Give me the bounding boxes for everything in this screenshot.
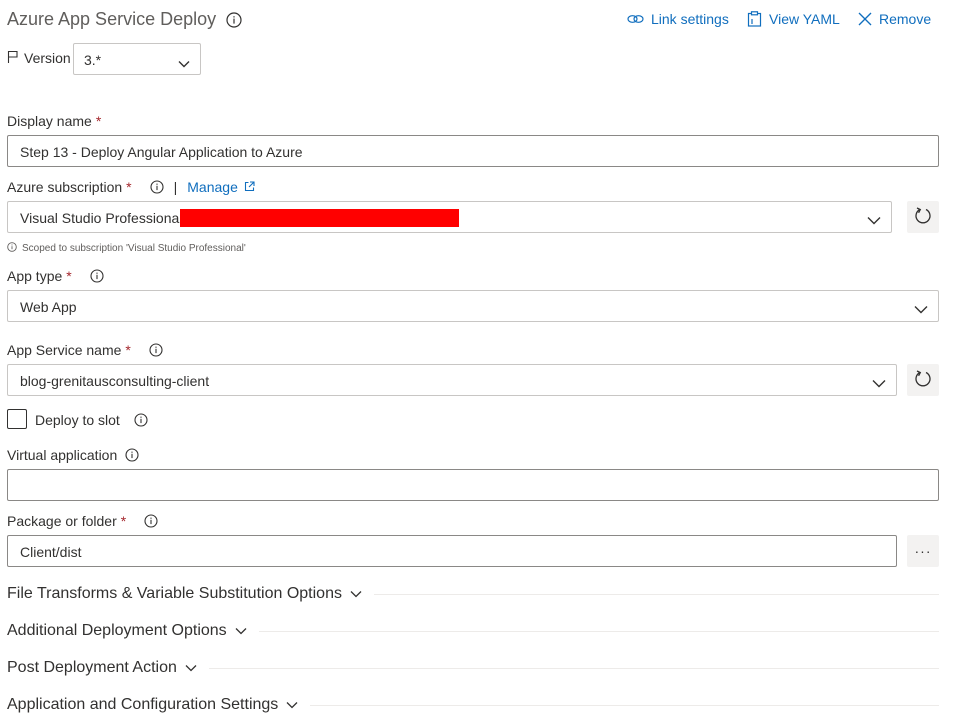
chevron-down-icon [867, 212, 881, 228]
section-app-config-settings[interactable]: Application and Configuration Settings [7, 696, 939, 714]
chevron-down-icon [185, 659, 197, 677]
info-icon[interactable] [125, 448, 139, 462]
flag-icon [7, 50, 19, 69]
app-type-label: App type * [7, 268, 104, 284]
task-title-text: Azure App Service Deploy [7, 9, 217, 29]
info-icon[interactable] [90, 269, 104, 283]
virtual-application-label-text: Virtual application [7, 447, 118, 463]
virtual-application-label: Virtual application [7, 447, 139, 463]
app-service-name-value: blog-grenitausconsulting-client [20, 373, 210, 389]
package-or-folder-value: Client/dist [20, 544, 82, 560]
scoped-note-text: Scoped to subscription 'Visual Studio Pr… [22, 243, 246, 254]
info-icon[interactable] [226, 11, 242, 28]
view-yaml-button[interactable]: View YAML [747, 11, 840, 27]
info-icon [7, 242, 17, 255]
info-icon[interactable] [144, 514, 158, 528]
divider [208, 667, 939, 669]
display-name-input[interactable]: Step 13 - Deploy Angular Application to … [7, 135, 939, 167]
link-icon [627, 12, 644, 26]
remove-button[interactable]: Remove [858, 11, 931, 27]
app-type-label-text: App type [7, 268, 63, 284]
view-yaml-label: View YAML [769, 11, 840, 27]
divider [373, 593, 939, 595]
info-icon[interactable] [134, 413, 148, 427]
separator: | [173, 179, 178, 195]
section-label: Post Deployment Action [7, 659, 177, 676]
section-post-deployment[interactable]: Post Deployment Action [7, 659, 939, 677]
required-marker: * [126, 179, 132, 195]
redaction-bar [180, 209, 459, 227]
refresh-subscription-button[interactable] [907, 201, 939, 233]
deploy-to-slot-label: Deploy to slot [35, 412, 148, 428]
chevron-down-icon [350, 585, 362, 603]
divider [258, 630, 939, 632]
deploy-to-slot-checkbox[interactable] [7, 409, 27, 429]
app-service-name-label: App Service name * [7, 342, 163, 358]
azure-subscription-value: Visual Studio Professional [20, 210, 183, 226]
info-icon[interactable] [150, 180, 164, 194]
virtual-application-input[interactable] [7, 469, 939, 501]
link-settings-button[interactable]: Link settings [627, 11, 729, 27]
package-or-folder-input[interactable]: Client/dist [7, 535, 897, 567]
app-type-select[interactable]: Web App [7, 290, 939, 322]
clipboard-icon [747, 11, 762, 27]
version-label: Version [24, 50, 71, 66]
display-name-label-text: Display name [7, 113, 92, 129]
refresh-icon [914, 369, 932, 392]
task-title: Azure App Service Deploy [7, 9, 242, 30]
azure-subscription-label: Azure subscription * | Manage [7, 179, 255, 195]
browse-button[interactable]: ··· [907, 535, 939, 567]
close-icon [858, 12, 872, 26]
required-marker: * [120, 513, 127, 529]
section-additional-deployment[interactable]: Additional Deployment Options [7, 622, 939, 640]
version-select[interactable]: 3.* [73, 43, 201, 75]
section-label: Application and Configuration Settings [7, 696, 279, 713]
chevron-down-icon [178, 55, 190, 71]
refresh-icon [914, 206, 932, 229]
section-label: Additional Deployment Options [7, 622, 227, 639]
version-value: 3.* [84, 52, 102, 68]
package-or-folder-label: Package or folder * [7, 513, 158, 529]
scoped-note: Scoped to subscription 'Visual Studio Pr… [7, 242, 246, 255]
link-settings-label: Link settings [651, 11, 729, 27]
app-service-name-select[interactable]: blog-grenitausconsulting-client [7, 364, 897, 396]
info-icon[interactable] [149, 343, 163, 357]
display-name-value: Step 13 - Deploy Angular Application to … [20, 144, 303, 160]
section-file-transforms[interactable]: File Transforms & Variable Substitution … [7, 585, 939, 603]
divider [310, 704, 939, 706]
required-marker: * [125, 342, 131, 358]
more-icon: ··· [914, 543, 932, 559]
section-label: File Transforms & Variable Substitution … [7, 585, 342, 602]
required-marker: * [95, 113, 102, 129]
manage-link-label: Manage [187, 179, 238, 195]
package-or-folder-label-text: Package or folder [7, 513, 117, 529]
chevron-down-icon [286, 696, 298, 714]
deploy-to-slot-label-text: Deploy to slot [35, 412, 120, 428]
chevron-down-icon [914, 301, 928, 317]
chevron-down-icon [872, 375, 886, 391]
app-type-value: Web App [20, 299, 77, 315]
external-link-icon [244, 179, 255, 195]
refresh-app-service-button[interactable] [907, 364, 939, 396]
chevron-down-icon [235, 622, 247, 640]
azure-subscription-label-text: Azure subscription [7, 179, 123, 195]
display-name-label: Display name * [7, 113, 101, 129]
app-service-name-label-text: App Service name [7, 342, 122, 358]
manage-link[interactable]: Manage [187, 179, 255, 195]
remove-label: Remove [879, 11, 932, 27]
required-marker: * [66, 268, 72, 284]
